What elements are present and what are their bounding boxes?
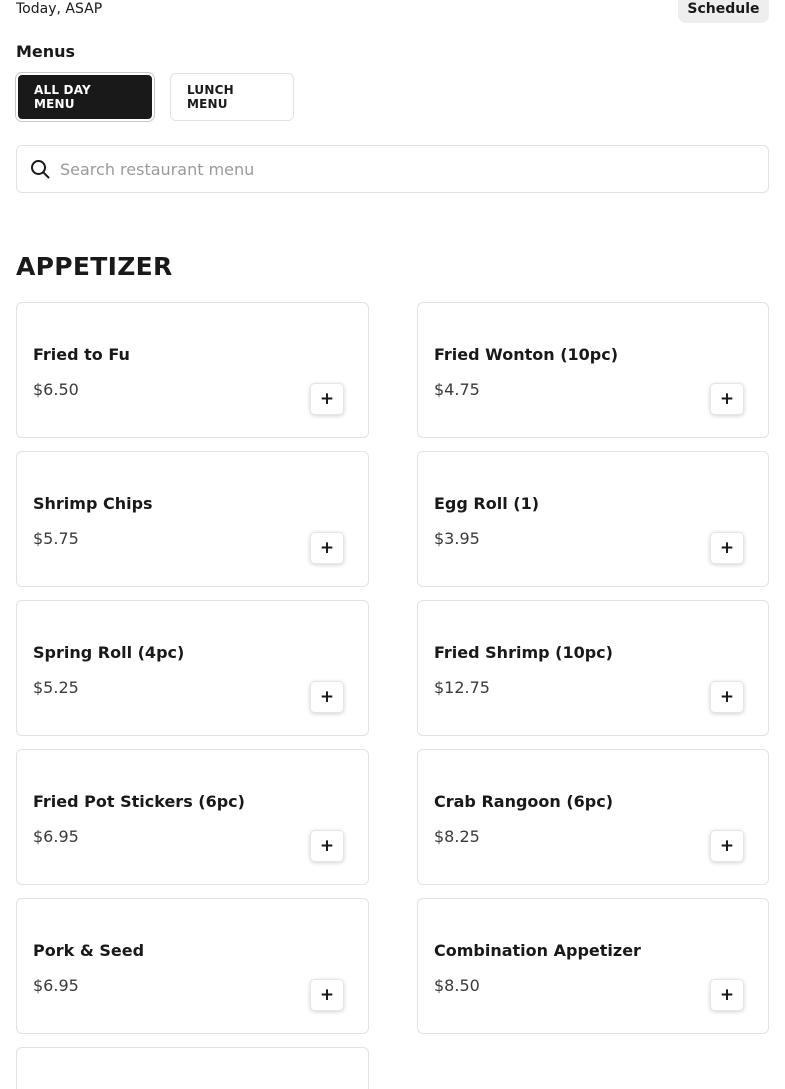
menu-item-card[interactable]: Fried Shrimp (10pc) $12.75 + [417, 600, 769, 736]
menu-item-card[interactable]: Pork & Seed $6.95 + [16, 898, 369, 1034]
restaurant-menu-page: Today, ASAP Schedule Menus ALL DAY MENU … [0, 0, 785, 1089]
menu-item-name: Pork & Seed [33, 941, 145, 960]
add-item-button[interactable]: + [710, 383, 744, 415]
add-item-button[interactable]: + [310, 979, 344, 1011]
menu-item-name: Egg Roll (1) [434, 494, 540, 513]
menu-item-card[interactable]: Fried Wonton (10pc) $4.75 + [417, 302, 769, 438]
menu-item-name: Fried Pot Stickers (6pc) [33, 792, 245, 811]
menu-item-name: Crab Rangoon (6pc) [434, 792, 614, 811]
add-item-button[interactable]: + [710, 979, 744, 1011]
add-item-button[interactable]: + [710, 681, 744, 713]
menu-item-name: Shrimp Chips [33, 494, 153, 513]
menu-item-price: $6.95 [33, 827, 79, 846]
tab-all-day-menu[interactable]: ALL DAY MENU [16, 73, 154, 121]
menu-item-price: $5.75 [33, 529, 79, 548]
search-icon [30, 159, 50, 179]
search-input[interactable] [60, 159, 768, 179]
menu-item-name: Fried to Fu [33, 345, 130, 364]
menu-item-price: $8.50 [434, 976, 480, 995]
schedule-button[interactable]: Schedule [678, 0, 769, 23]
add-item-button[interactable]: + [310, 681, 344, 713]
add-item-button[interactable]: + [710, 830, 744, 862]
add-item-button[interactable]: + [310, 830, 344, 862]
menu-item-name: Fried Shrimp (10pc) [434, 643, 613, 662]
section-title-appetizer: APPETIZER [16, 252, 173, 281]
menu-item-price: $12.75 [434, 678, 490, 697]
menu-item-card[interactable]: Crab Rangoon (6pc) $8.25 + [417, 749, 769, 885]
order-time: Today, ASAP [16, 1, 103, 17]
menu-item-price: $3.95 [434, 529, 480, 548]
menu-item-card[interactable]: Spring Roll (4pc) $5.25 + [16, 600, 369, 736]
menu-item-price: $6.95 [33, 976, 79, 995]
add-item-button[interactable]: + [310, 383, 344, 415]
menu-item-card[interactable]: Combination Appetizer $8.50 + [417, 898, 769, 1034]
menu-item-grid: Fried to Fu $6.50 + Fried Wonton (10pc) … [16, 302, 769, 1089]
menu-item-price: $5.25 [33, 678, 79, 697]
menu-item-price: $6.50 [33, 380, 79, 399]
add-item-button[interactable]: + [710, 532, 744, 564]
menu-item-price: $8.25 [434, 827, 480, 846]
tab-lunch-menu[interactable]: LUNCH MENU [170, 73, 294, 121]
menu-item-name: Spring Roll (4pc) [33, 643, 185, 662]
menu-item-card[interactable]: Shrimp Chips $5.75 + [16, 451, 369, 587]
menu-item-price: $4.75 [434, 380, 480, 399]
search-bar[interactable] [16, 145, 769, 193]
menu-item-name: Fried Wonton (10pc) [434, 345, 619, 364]
menu-item-name: Combination Appetizer [434, 941, 641, 960]
menu-tabs: ALL DAY MENU LUNCH MENU [16, 73, 294, 121]
menu-item-card[interactable]: Fried Pot Stickers (6pc) $6.95 + [16, 749, 369, 885]
menu-item-card[interactable]: Fried to Fu $6.50 + [16, 302, 369, 438]
menu-item-card[interactable]: Egg Roll (1) $3.95 + [417, 451, 769, 587]
menu-item-card-partial[interactable] [16, 1047, 369, 1089]
add-item-button[interactable]: + [310, 532, 344, 564]
menus-heading: Menus [16, 42, 76, 61]
